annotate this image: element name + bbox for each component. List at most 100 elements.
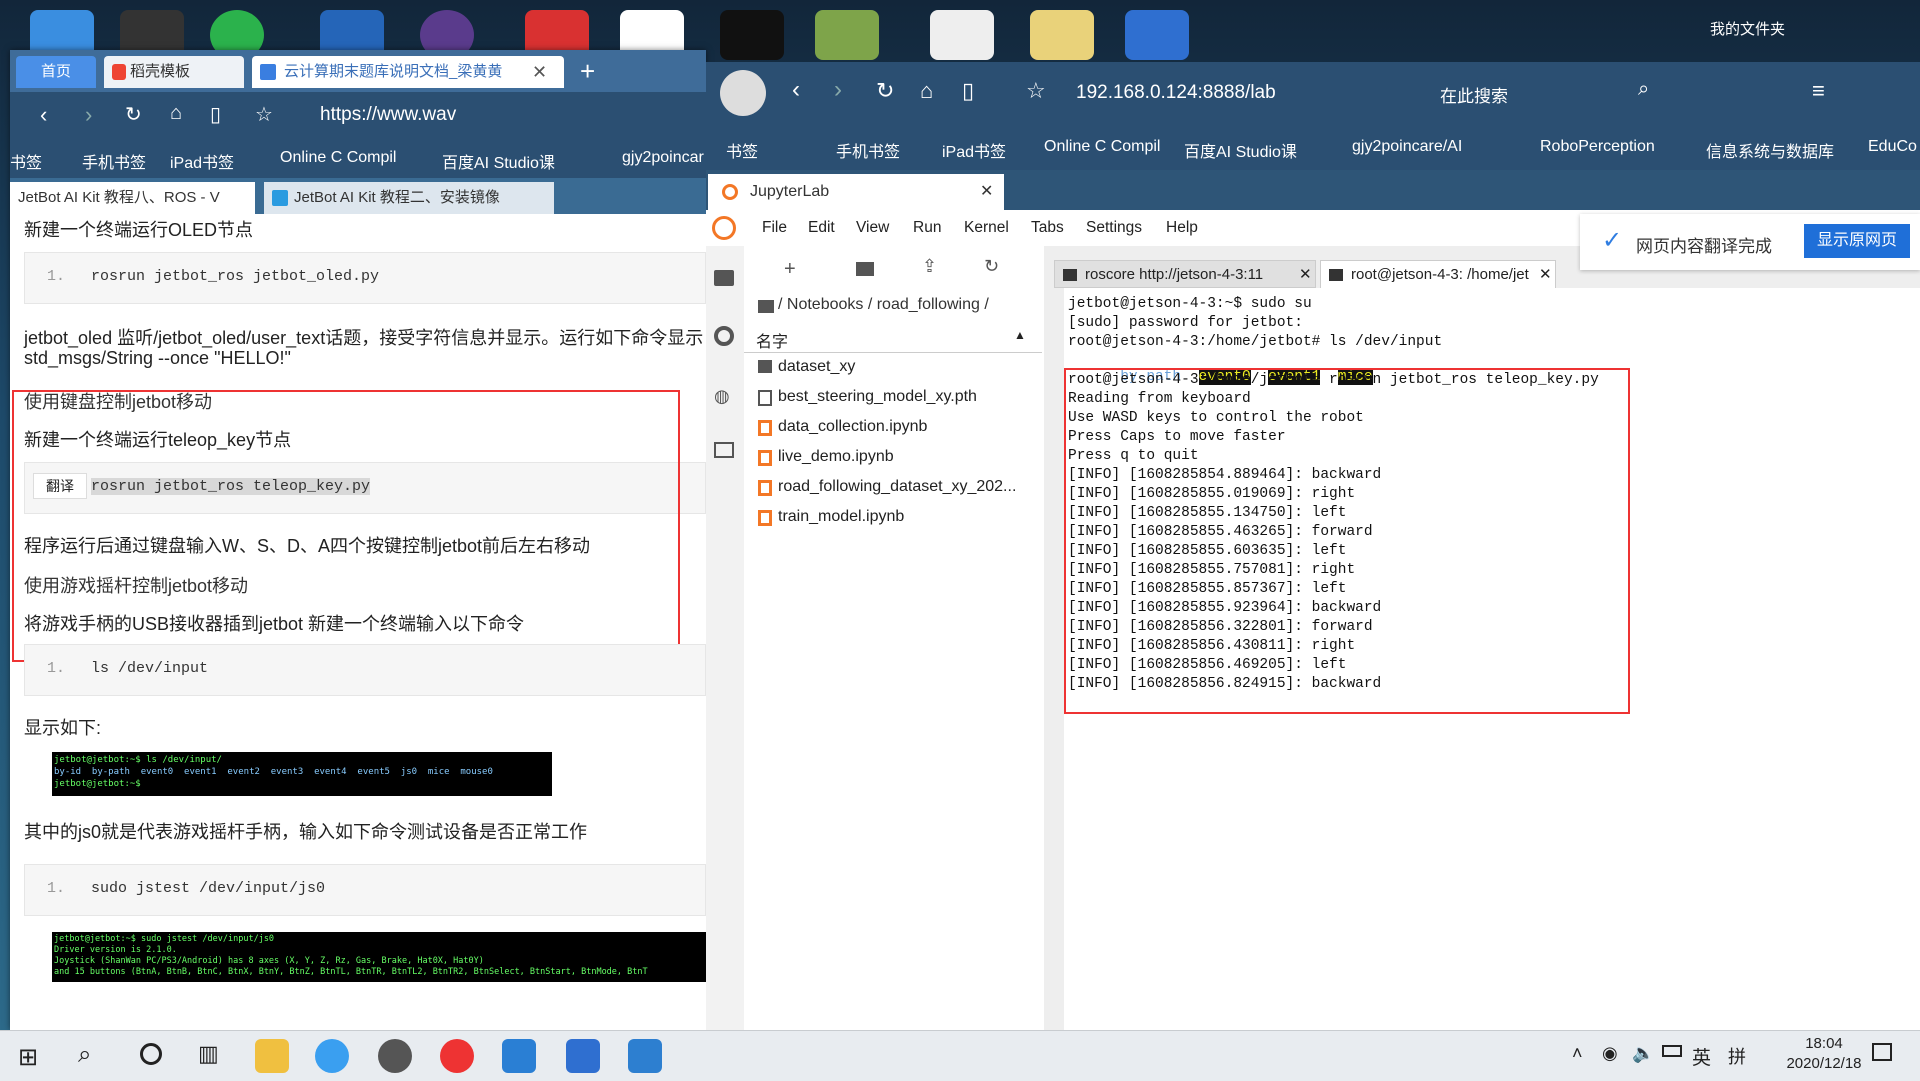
bookmark-item[interactable]: 百度AI Studio课 bbox=[442, 149, 555, 173]
back-icon[interactable]: ‹ bbox=[792, 76, 800, 104]
file-item[interactable]: road_following_dataset_xy_202... bbox=[758, 478, 1038, 502]
refresh-icon[interactable]: ↻ bbox=[876, 78, 894, 104]
reader-icon[interactable]: ▯ bbox=[210, 102, 221, 127]
refresh-icon[interactable]: ↻ bbox=[125, 102, 142, 127]
sort-caret-icon[interactable]: ▲ bbox=[1014, 328, 1026, 342]
bookmark-item[interactable]: Online C Compil bbox=[280, 149, 396, 167]
menu-view[interactable]: View bbox=[856, 219, 889, 237]
page-tab-ros[interactable]: JetBot AI Kit 教程八、ROS - V bbox=[10, 182, 255, 214]
task-view-icon[interactable]: ▥ bbox=[198, 1041, 219, 1067]
upload-icon[interactable]: ⇪ bbox=[922, 256, 937, 277]
file-item[interactable]: best_steering_model_xy.pth bbox=[758, 388, 1038, 412]
menu-run[interactable]: Run bbox=[913, 219, 941, 237]
desktop-app-icon[interactable] bbox=[815, 10, 879, 60]
vscode-icon[interactable] bbox=[502, 1039, 536, 1073]
new-launcher-icon[interactable]: + bbox=[784, 258, 796, 281]
name-column-header[interactable]: 名字 bbox=[756, 328, 788, 352]
menu-kernel[interactable]: Kernel bbox=[964, 219, 1009, 237]
refresh-icon[interactable]: ↻ bbox=[984, 256, 999, 277]
file-item[interactable]: data_collection.ipynb bbox=[758, 418, 1038, 442]
bookmark-item[interactable]: EduCo bbox=[1868, 138, 1917, 156]
menu-edit[interactable]: Edit bbox=[808, 219, 835, 237]
breadcrumb[interactable]: / Notebooks / road_following / bbox=[778, 296, 989, 314]
star-icon[interactable]: ☆ bbox=[1026, 78, 1046, 104]
star-icon[interactable]: ☆ bbox=[255, 102, 273, 127]
bookmark-item[interactable]: iPad书签 bbox=[942, 138, 1006, 162]
folder-icon[interactable] bbox=[714, 270, 734, 286]
search-box[interactable]: 在此搜索 bbox=[1440, 82, 1508, 107]
bookmark-item[interactable]: RoboPerception bbox=[1540, 138, 1655, 156]
home-icon[interactable]: ⌂ bbox=[920, 78, 933, 104]
folder-icon[interactable] bbox=[1030, 10, 1094, 60]
search-icon[interactable]: ⌕ bbox=[1638, 78, 1649, 101]
windows-start-icon[interactable]: ⊞ bbox=[18, 1043, 38, 1072]
volume-icon[interactable]: 🔈 bbox=[1632, 1043, 1654, 1064]
menu-file[interactable]: File bbox=[762, 219, 787, 237]
running-icon[interactable] bbox=[714, 326, 734, 346]
files-header[interactable]: 名字 ▲ bbox=[744, 324, 1042, 353]
desktop-folder-label[interactable]: 我的文件夹 bbox=[1710, 18, 1785, 39]
file-item[interactable]: dataset_xy bbox=[758, 358, 1038, 382]
menu-icon[interactable]: ≡ bbox=[1812, 78, 1825, 104]
menu-help[interactable]: Help bbox=[1166, 219, 1198, 237]
netease-music-icon[interactable] bbox=[440, 1039, 474, 1073]
file-explorer-icon[interactable] bbox=[255, 1039, 289, 1073]
menu-tabs[interactable]: Tabs bbox=[1031, 219, 1064, 237]
notification-icon[interactable] bbox=[1872, 1043, 1892, 1061]
app-icon[interactable] bbox=[628, 1039, 662, 1073]
menu-settings[interactable]: Settings bbox=[1086, 219, 1142, 237]
address-bar[interactable]: https://www.wav bbox=[320, 104, 456, 126]
battery-icon[interactable] bbox=[1662, 1045, 1682, 1057]
forward-icon[interactable]: › bbox=[85, 102, 92, 128]
palette-icon[interactable]: ◍ bbox=[714, 386, 730, 407]
bookmark-item[interactable]: 百度AI Studio课 bbox=[1184, 138, 1297, 162]
tabs-icon[interactable] bbox=[714, 442, 734, 458]
clock-time[interactable]: 18:04 bbox=[1786, 1035, 1862, 1052]
bookmark-item[interactable]: 书签 bbox=[726, 138, 758, 162]
file-item[interactable]: live_demo.ipynb bbox=[758, 448, 1038, 472]
chevron-up-icon[interactable]: ˄ bbox=[1572, 1043, 1583, 1064]
bookmark-item[interactable]: Online C Compil bbox=[1044, 138, 1160, 156]
file-item[interactable]: train_model.ipynb bbox=[758, 508, 1038, 532]
terminal-tab-root[interactable]: root@jetson-4-3: /home/jet ✕ bbox=[1320, 260, 1556, 288]
ime-mode-indicator[interactable]: 拼 bbox=[1728, 1043, 1746, 1069]
close-icon[interactable]: ✕ bbox=[1299, 261, 1312, 289]
home-icon[interactable]: ⌂ bbox=[170, 102, 182, 125]
wps-icon[interactable] bbox=[566, 1039, 600, 1073]
bookmark-item[interactable]: 书签 bbox=[10, 149, 42, 173]
search-icon[interactable]: ⌕ bbox=[78, 1041, 91, 1069]
reader-icon[interactable]: ▯ bbox=[962, 78, 974, 104]
tab-jupyterlab[interactable]: JupyterLab ✕ bbox=[708, 174, 1004, 210]
terminal[interactable]: jetbot@jetson-4-3:~$ sudo su [sudo] pass… bbox=[1064, 288, 1920, 1030]
browser-icon[interactable] bbox=[315, 1039, 349, 1073]
back-icon[interactable]: ‹ bbox=[40, 102, 47, 128]
bookmark-item[interactable]: 信息系统与数据库 bbox=[1706, 138, 1834, 162]
bookmark-item[interactable]: 手机书签 bbox=[82, 149, 146, 173]
tab-docer[interactable]: 稻壳模板 bbox=[104, 56, 244, 88]
bookmark-item[interactable]: iPad书签 bbox=[170, 149, 234, 173]
bookmark-item[interactable]: 手机书签 bbox=[836, 138, 900, 162]
tab-home[interactable]: 首页 bbox=[16, 56, 96, 88]
new-folder-icon[interactable] bbox=[856, 262, 874, 276]
address-bar[interactable]: 192.168.0.124:8888/lab bbox=[1076, 82, 1276, 104]
forward-icon[interactable]: › bbox=[834, 76, 842, 104]
terminal-tab-roscore[interactable]: roscore http://jetson-4-3:11 ✕ bbox=[1054, 260, 1316, 288]
bookmark-item[interactable]: gjy2poincar bbox=[622, 149, 704, 167]
app-icon[interactable] bbox=[378, 1039, 412, 1073]
show-original-button[interactable]: 显示原网页 bbox=[1804, 224, 1910, 258]
tab-doc[interactable]: 云计算期末题库说明文档_梁黄黄 ✕ bbox=[252, 56, 564, 88]
clock-date[interactable]: 2020/12/18 bbox=[1776, 1055, 1872, 1072]
avatar[interactable] bbox=[720, 70, 766, 116]
desktop-app-icon[interactable] bbox=[720, 10, 784, 60]
ime-indicator[interactable]: 英 bbox=[1692, 1043, 1711, 1070]
cortana-icon[interactable] bbox=[140, 1043, 162, 1065]
close-icon[interactable]: ✕ bbox=[1539, 261, 1552, 289]
bookmark-item[interactable]: gjy2poincare/AI bbox=[1352, 138, 1462, 156]
new-tab-button[interactable]: + bbox=[580, 56, 595, 87]
word-icon[interactable] bbox=[1125, 10, 1189, 60]
page-tab-install[interactable]: JetBot AI Kit 教程二、安装镜像 bbox=[264, 182, 554, 214]
qq-icon[interactable]: ◉ bbox=[1602, 1043, 1618, 1064]
close-icon[interactable]: ✕ bbox=[532, 56, 547, 88]
desktop-app-icon[interactable] bbox=[930, 10, 994, 60]
close-icon[interactable]: ✕ bbox=[980, 174, 993, 210]
